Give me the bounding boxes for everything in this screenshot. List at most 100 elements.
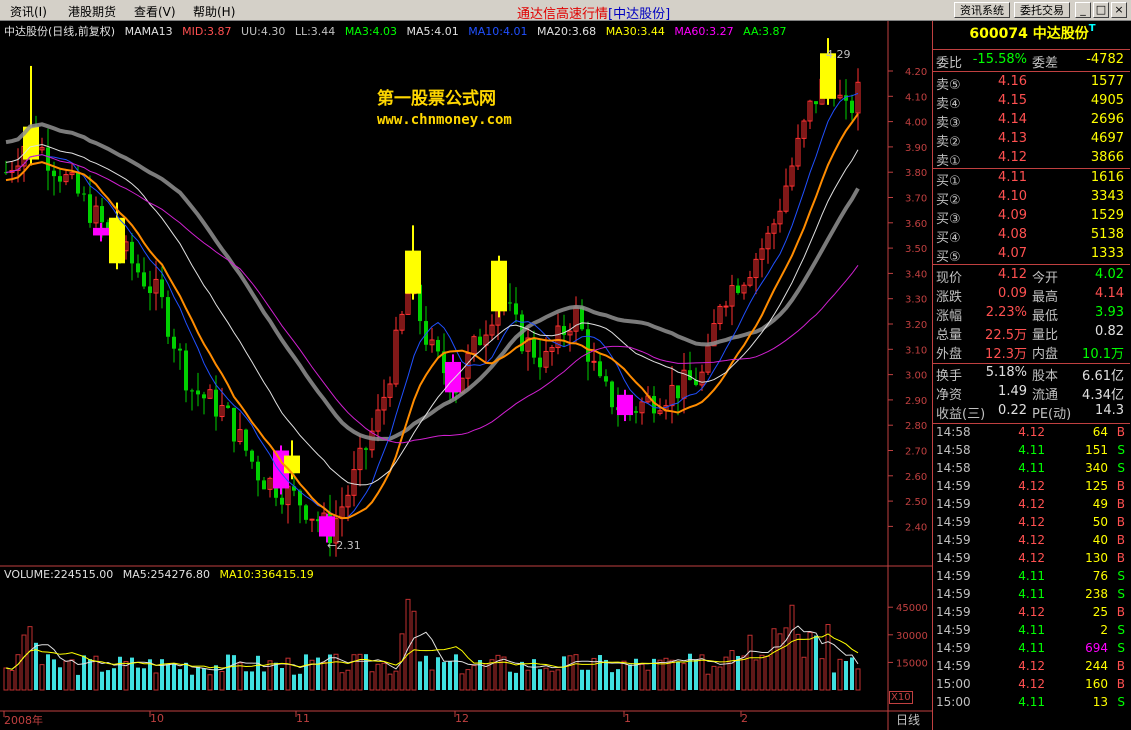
mid-value: MID:3.87 [182,25,232,38]
stat-value: 0.09 [998,286,1027,301]
ask-label: 卖⑤ [936,78,961,93]
ask-row[interactable]: 卖③ 4.14 2696 [933,112,1130,131]
volume-bar [562,656,566,690]
volume-bar [63,660,69,691]
volume-bar [136,667,140,690]
volume-bar [316,657,320,690]
indicator-name[interactable]: MAMA13 [125,25,173,38]
info-system-button[interactable]: 资讯系统 [954,2,1010,18]
volume-bar [418,661,422,690]
tick-volume: 130 [1085,551,1108,565]
stat-row: 净资 1.49 流通 4.34亿 [933,384,1130,403]
volume-bar [178,669,182,690]
tick-time: 14:59 [936,623,971,637]
zoom-x10-tab[interactable]: X10 [889,691,913,704]
weicha-value: -4782 [1086,52,1124,67]
tick-time: 14:59 [936,497,971,511]
candle-body [88,194,92,223]
tick-time: 14:59 [936,479,971,493]
volume-bar [381,662,387,691]
period-day-tab[interactable]: 日线 [896,711,920,728]
tick-row[interactable]: 14:59 4.11 238 S [933,587,1130,605]
minimize-icon[interactable]: _ [1075,2,1091,18]
bid-row[interactable]: 买③ 4.09 1529 [933,208,1130,227]
weibi-label: 委比 [936,56,963,71]
volume-bar [855,668,861,691]
tick-volume: 244 [1085,659,1108,673]
menu-help[interactable]: 帮助(H) [193,3,235,20]
price-axis-label: 3.60 [905,219,927,230]
tick-volume: 64 [1092,425,1108,439]
candle-body [82,193,86,195]
tick-side: B [1116,515,1125,529]
candle-body [226,405,230,408]
ask-row[interactable]: 卖④ 4.15 4905 [933,93,1130,112]
volume-bar [573,654,579,691]
tick-time: 14:59 [936,587,971,601]
tick-time: 14:59 [936,533,971,547]
tick-row[interactable]: 14:58 4.11 151 S [933,443,1130,461]
tick-row[interactable]: 14:59 4.12 50 B [933,515,1130,533]
tick-price: 4.11 [1018,569,1045,583]
tick-row[interactable]: 14:58 4.11 340 S [933,461,1130,479]
stat-key: 现价 [936,271,963,286]
signal-candle [93,227,109,236]
volume-bar [448,661,452,690]
menu-hk-futures[interactable]: 港股期货 [68,3,116,20]
volume-bar [21,634,27,691]
volume-bar [429,669,435,691]
candle-body [160,279,164,298]
price-axis-label: 2.60 [905,472,927,483]
tick-row[interactable]: 14:59 4.12 49 B [933,497,1130,515]
tick-row[interactable]: 14:59 4.11 2 S [933,623,1130,641]
tick-row[interactable]: 15:00 4.11 13 S [933,695,1130,713]
trade-button[interactable]: 委托交易 [1014,2,1070,18]
bid-price: 4.07 [998,246,1027,261]
volume-bar [387,673,393,691]
bid-row[interactable]: 买① 4.11 1616 [933,170,1130,189]
tick-row[interactable]: 15:00 4.12 160 B [933,677,1130,695]
candle-body [76,172,80,194]
volume-bar [669,659,675,691]
price-axis-label: 3.80 [905,168,927,179]
menu-info[interactable]: 资讯(I) [10,3,47,20]
stat-key: 最低 [1032,309,1059,324]
tick-row[interactable]: 14:59 4.12 125 B [933,479,1130,497]
volume-bar [844,661,848,690]
signal-candle [109,217,125,264]
tick-row[interactable]: 14:58 4.12 64 B [933,425,1130,443]
bid-row[interactable]: 买② 4.10 3343 [933,189,1130,208]
ask-row[interactable]: 卖⑤ 4.16 1577 [933,74,1130,93]
tick-side: S [1117,461,1125,475]
tick-side: S [1117,623,1125,637]
volume-bar [610,672,614,690]
tick-price: 4.11 [1018,587,1045,601]
stat-key: 涨跌 [936,290,963,305]
menu-view[interactable]: 查看(V) [134,3,176,20]
candle-body [232,407,236,442]
ask-row[interactable]: 卖② 4.13 4697 [933,131,1130,150]
volume-bar [807,631,813,691]
volume-bar [580,669,584,690]
price-axis-label: 4.00 [905,118,927,129]
candle-body [598,361,602,377]
kline-header: 中达股份(日线,前复权) MAMA13 MID:3.87 UU:4.30 LL:… [4,23,793,39]
tick-row[interactable]: 14:59 4.12 244 B [933,659,1130,677]
maximize-icon[interactable]: □ [1093,2,1109,18]
ma3-value: MA3:4.03 [344,25,398,38]
ma-band-line [5,122,860,442]
volume-bar [736,655,740,690]
x-label-10: 10 [150,712,164,725]
bid-price: 4.09 [998,208,1027,223]
tick-row[interactable]: 14:59 4.11 76 S [933,569,1130,587]
tick-row[interactable]: 14:59 4.12 130 B [933,551,1130,569]
tick-row[interactable]: 14:59 4.11 694 S [933,641,1130,659]
tick-row[interactable]: 14:59 4.12 40 B [933,533,1130,551]
ask-row[interactable]: 卖① 4.12 3866 [933,150,1130,169]
tick-price: 4.11 [1018,623,1045,637]
tick-row[interactable]: 14:59 4.12 25 B [933,605,1130,623]
bid-row[interactable]: 买④ 4.08 5138 [933,227,1130,246]
close-icon[interactable]: × [1111,2,1127,18]
bid-row[interactable]: 买⑤ 4.07 1333 [933,246,1130,265]
tick-volume: 50 [1092,515,1108,529]
